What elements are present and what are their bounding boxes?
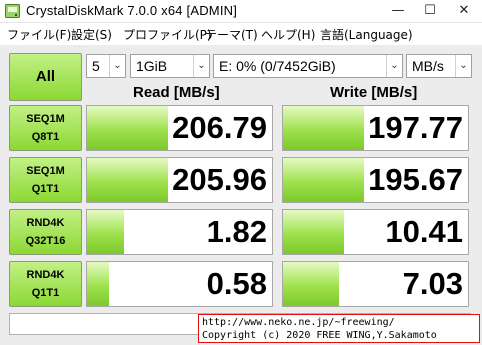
write-result-value: 197.77 [368,110,463,145]
read-progress-fill [87,158,169,202]
write-progress-fill [283,158,365,202]
test-name: SEQ1M [26,165,65,177]
unit-value: MB/s [412,58,444,74]
read-result-cell: 0.58 [86,261,273,307]
test-size-value: 1GiB [136,58,168,74]
read-result-cell: 1.82 [86,209,273,255]
read-progress-fill [87,262,110,306]
read-result-cell: 205.96 [86,157,273,203]
write-progress-fill [283,262,339,306]
test-params: Q8T1 [31,131,60,143]
title-bar: CrystalDiskMark 7.0.0 x64 [ADMIN] — ☐ ✕ [0,0,482,23]
write-result-value: 195.67 [368,162,463,197]
chevron-down-icon: ⌄ [386,55,402,77]
menu-profile[interactable]: プロファイル(P) [123,26,212,43]
read-result-value: 205.96 [172,162,267,197]
menu-theme[interactable]: テーマ(T) [205,26,258,43]
read-header: Read [MB/s] [133,84,220,101]
menu-help[interactable]: ヘルプ(H) [261,26,315,43]
minimize-button[interactable]: — [383,0,413,23]
write-result-value: 10.41 [385,214,463,249]
write-result-cell: 197.77 [282,105,469,151]
drive-value: E: 0% (0/7452GiB) [219,58,336,74]
write-result-cell: 7.03 [282,261,469,307]
read-result-value: 0.58 [206,266,267,301]
write-header: Write [MB/s] [330,84,418,101]
chevron-down-icon: ⌄ [455,55,471,77]
test-name: RND4K [26,269,65,281]
write-progress-fill [283,106,365,150]
write-result-value: 7.03 [402,266,463,301]
write-result-cell: 10.41 [282,209,469,255]
menu-bar: ファイル(F) 設定(S) プロファイル(P) テーマ(T) ヘルプ(H) 言語… [0,23,482,45]
app-disk-icon [5,4,20,18]
read-progress-fill [87,210,124,254]
test-name: SEQ1M [26,113,65,125]
test-params: Q1T1 [31,183,60,195]
menu-file[interactable]: ファイル(F) [7,26,71,43]
all-button[interactable]: All [9,53,82,101]
seq1m-q8t1-button[interactable]: SEQ1M Q8T1 [9,105,82,151]
test-name: RND4K [26,217,65,229]
test-params: Q1T1 [31,287,60,299]
drive-select[interactable]: E: 0% (0/7452GiB) ⌄ [213,54,403,78]
maximize-button[interactable]: ☐ [415,0,445,23]
unit-select[interactable]: MB/s ⌄ [406,54,472,78]
copyright-tooltip: http://www.neko.ne.jp/~freewing/ Copyrig… [198,314,480,343]
menu-settings[interactable]: 設定(S) [71,26,112,43]
rnd4k-q1t1-button[interactable]: RND4K Q1T1 [9,261,82,307]
read-result-value: 1.82 [206,214,267,249]
rnd4k-q32t16-button[interactable]: RND4K Q32T16 [9,209,82,255]
menu-language[interactable]: 言語(Language) [320,26,413,43]
read-progress-fill [87,106,169,150]
test-params: Q32T16 [25,235,66,247]
test-count-select[interactable]: 5 ⌄ [86,54,126,78]
write-result-cell: 195.67 [282,157,469,203]
test-size-select[interactable]: 1GiB ⌄ [130,54,210,78]
copyright-url: http://www.neko.ne.jp/~freewing/ [202,317,395,328]
test-count-value: 5 [92,58,100,74]
chevron-down-icon: ⌄ [109,55,125,77]
chevron-down-icon: ⌄ [193,55,209,77]
read-result-value: 206.79 [172,110,267,145]
copyright-text: Copyright (c) 2020 FREE WING,Y.Sakamoto [202,330,437,341]
read-result-cell: 206.79 [86,105,273,151]
seq1m-q1t1-button[interactable]: SEQ1M Q1T1 [9,157,82,203]
write-progress-fill [283,210,345,254]
window-title: CrystalDiskMark 7.0.0 x64 [ADMIN] [26,3,238,18]
close-button[interactable]: ✕ [449,0,479,23]
